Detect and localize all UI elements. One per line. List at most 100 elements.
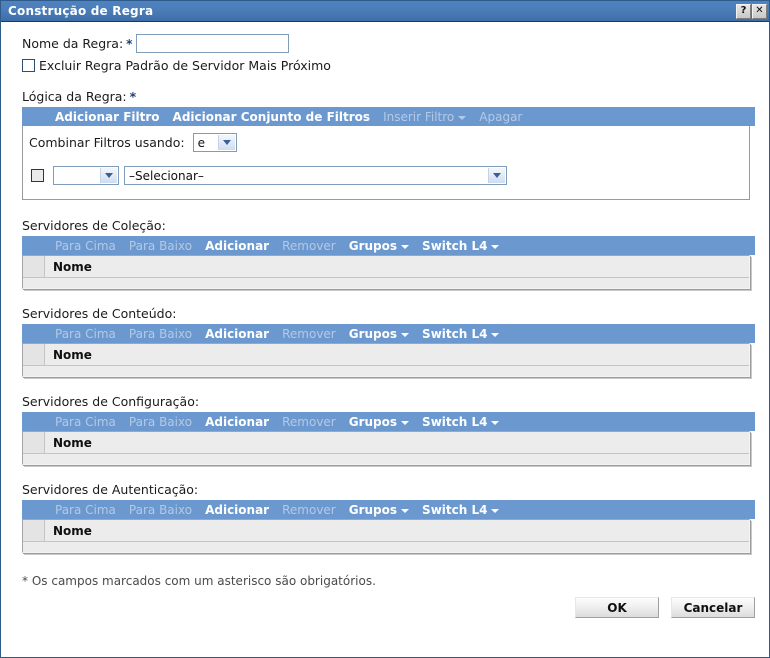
required-note-star: * bbox=[22, 574, 28, 588]
rule-construction-dialog: Construção de Regra ? ✕ Nome da Regra: *… bbox=[0, 0, 770, 658]
toolbar-item-switch-l4[interactable]: Switch L4 bbox=[422, 240, 500, 252]
chevron-down-icon bbox=[100, 168, 117, 183]
title-bar-buttons: ? ✕ bbox=[736, 3, 767, 19]
table-column-header-name: Nome bbox=[53, 435, 92, 450]
toolbar-item-groups[interactable]: Grupos bbox=[349, 328, 410, 340]
toolbar-item-move-up[interactable]: Para Cima bbox=[55, 240, 116, 252]
table-body bbox=[23, 366, 749, 376]
section-label-authentication-servers: Servidores de Autenticação: bbox=[22, 482, 199, 497]
filter-row: –Selecionar– bbox=[23, 166, 749, 185]
section-label-content-servers: Servidores de Conteúdo: bbox=[22, 306, 177, 321]
toolbar-item-remove[interactable]: Remover bbox=[282, 328, 336, 340]
table-content-servers: Nome bbox=[22, 343, 750, 377]
required-fields-note: * Os campos marcados com um asterisco sã… bbox=[1, 570, 769, 588]
cancel-button[interactable]: Cancelar bbox=[671, 597, 755, 618]
toolbar-item-groups[interactable]: Grupos bbox=[349, 416, 410, 428]
toolbar-authentication-servers: Para Cima Para Baixo Adicionar Remover G… bbox=[22, 500, 755, 519]
combine-operator-select[interactable]: e bbox=[192, 133, 237, 152]
window-title: Construção de Regra bbox=[8, 4, 154, 18]
toolbar-item-switch-l4[interactable]: Switch L4 bbox=[422, 416, 500, 428]
toolbar-item-remove[interactable]: Remover bbox=[282, 416, 336, 428]
combine-operator-value: e bbox=[197, 135, 205, 150]
toolbar-item-switch-l4[interactable]: Switch L4 bbox=[422, 504, 500, 516]
title-bar: Construção de Regra ? ✕ bbox=[1, 1, 769, 22]
toolbar-item-move-down[interactable]: Para Baixo bbox=[129, 416, 192, 428]
rule-logic-label-row: Lógica da Regra: * bbox=[22, 89, 755, 104]
filter-row-checkbox[interactable] bbox=[31, 169, 44, 182]
chevron-down-icon bbox=[217, 135, 235, 150]
toolbar-item-groups[interactable]: Grupos bbox=[349, 240, 410, 252]
filter-condition-value: –Selecionar– bbox=[129, 168, 204, 183]
chevron-down-icon bbox=[491, 244, 500, 249]
toolbar-item-switch-l4[interactable]: Switch L4 bbox=[422, 328, 500, 340]
toolbar-item-add[interactable]: Adicionar bbox=[205, 240, 269, 252]
toolbar-item-move-up[interactable]: Para Cima bbox=[55, 416, 116, 428]
toolbar-item-add[interactable]: Adicionar bbox=[205, 416, 269, 428]
toolbar-configuration-servers: Para Cima Para Baixo Adicionar Remover G… bbox=[22, 412, 755, 431]
exclude-default-rule-checkbox[interactable] bbox=[22, 59, 35, 72]
table-select-column-header bbox=[23, 256, 45, 277]
chevron-down-icon bbox=[401, 508, 410, 513]
rule-logic-panel: Combinar Filtros usando: e –Selecionar– bbox=[22, 126, 750, 200]
table-authentication-servers: Nome bbox=[22, 519, 750, 553]
table-header-row: Nome bbox=[23, 520, 749, 542]
close-icon[interactable]: ✕ bbox=[752, 3, 767, 19]
chevron-down-icon bbox=[491, 332, 500, 337]
chevron-down-icon bbox=[491, 420, 500, 425]
toolbar-item-move-down[interactable]: Para Baixo bbox=[129, 504, 192, 516]
toolbar-item-delete[interactable]: Apagar bbox=[479, 111, 522, 123]
chevron-down-icon bbox=[401, 420, 410, 425]
exclude-default-rule-label: Excluir Regra Padrão de Servidor Mais Pr… bbox=[39, 58, 331, 73]
rule-logic-toolbar: Adicionar Filtro Adicionar Conjunto de F… bbox=[22, 107, 755, 126]
dialog-body: Nome da Regra: * Excluir Regra Padrão de… bbox=[1, 22, 769, 553]
toolbar-item-insert-filter[interactable]: Inserir Filtro bbox=[383, 111, 467, 123]
dialog-button-row: OK Cancelar bbox=[1, 588, 769, 618]
table-column-header-name: Nome bbox=[53, 347, 92, 362]
toolbar-item-add[interactable]: Adicionar bbox=[205, 328, 269, 340]
toolbar-item-remove[interactable]: Remover bbox=[282, 504, 336, 516]
chevron-down-icon bbox=[458, 115, 467, 120]
table-configuration-servers: Nome bbox=[22, 431, 750, 465]
table-select-column-header bbox=[23, 432, 45, 453]
section-label-collection-servers: Servidores de Coleção: bbox=[22, 218, 166, 233]
chevron-down-icon bbox=[401, 332, 410, 337]
filter-condition-select[interactable]: –Selecionar– bbox=[124, 166, 507, 185]
rule-name-input[interactable] bbox=[136, 34, 290, 53]
toolbar-item-move-up[interactable]: Para Cima bbox=[55, 504, 116, 516]
table-collection-servers: Nome bbox=[22, 255, 750, 289]
ok-button[interactable]: OK bbox=[575, 597, 659, 618]
rule-logic-required-marker: * bbox=[129, 89, 137, 104]
toolbar-content-servers: Para Cima Para Baixo Adicionar Remover G… bbox=[22, 324, 755, 343]
combine-filters-label: Combinar Filtros usando: bbox=[29, 135, 185, 150]
section-content-servers: Servidores de Conteúdo: Para Cima Para B… bbox=[22, 306, 755, 377]
rule-name-row: Nome da Regra: * bbox=[22, 34, 755, 53]
exclude-default-rule-row[interactable]: Excluir Regra Padrão de Servidor Mais Pr… bbox=[22, 58, 755, 73]
help-icon[interactable]: ? bbox=[736, 3, 751, 19]
table-select-column-header bbox=[23, 344, 45, 365]
toolbar-item-remove[interactable]: Remover bbox=[282, 240, 336, 252]
table-header-row: Nome bbox=[23, 432, 749, 454]
toolbar-item-move-up[interactable]: Para Cima bbox=[55, 328, 116, 340]
toolbar-item-add-filter-set[interactable]: Adicionar Conjunto de Filtros bbox=[173, 111, 371, 123]
toolbar-item-add-filter[interactable]: Adicionar Filtro bbox=[55, 111, 160, 123]
rule-logic-label: Lógica da Regra: bbox=[22, 89, 127, 104]
table-column-header-name: Nome bbox=[53, 259, 92, 274]
combine-filters-row: Combinar Filtros usando: e bbox=[23, 133, 749, 152]
toolbar-item-add[interactable]: Adicionar bbox=[205, 504, 269, 516]
toolbar-item-groups[interactable]: Grupos bbox=[349, 504, 410, 516]
toolbar-collection-servers: Para Cima Para Baixo Adicionar Remover G… bbox=[22, 236, 755, 255]
section-configuration-servers: Servidores de Configuração: Para Cima Pa… bbox=[22, 394, 755, 465]
section-collection-servers: Servidores de Coleção: Para Cima Para Ba… bbox=[22, 218, 755, 289]
rule-name-required-marker: * bbox=[126, 36, 133, 51]
toolbar-item-move-down[interactable]: Para Baixo bbox=[129, 328, 192, 340]
table-body bbox=[23, 454, 749, 464]
chevron-down-icon bbox=[488, 168, 505, 183]
filter-operator-select[interactable] bbox=[53, 166, 119, 185]
table-header-row: Nome bbox=[23, 344, 749, 366]
toolbar-item-move-down[interactable]: Para Baixo bbox=[129, 240, 192, 252]
chevron-down-icon bbox=[401, 244, 410, 249]
table-body bbox=[23, 278, 749, 288]
section-label-configuration-servers: Servidores de Configuração: bbox=[22, 394, 200, 409]
table-header-row: Nome bbox=[23, 256, 749, 278]
table-select-column-header bbox=[23, 520, 45, 541]
